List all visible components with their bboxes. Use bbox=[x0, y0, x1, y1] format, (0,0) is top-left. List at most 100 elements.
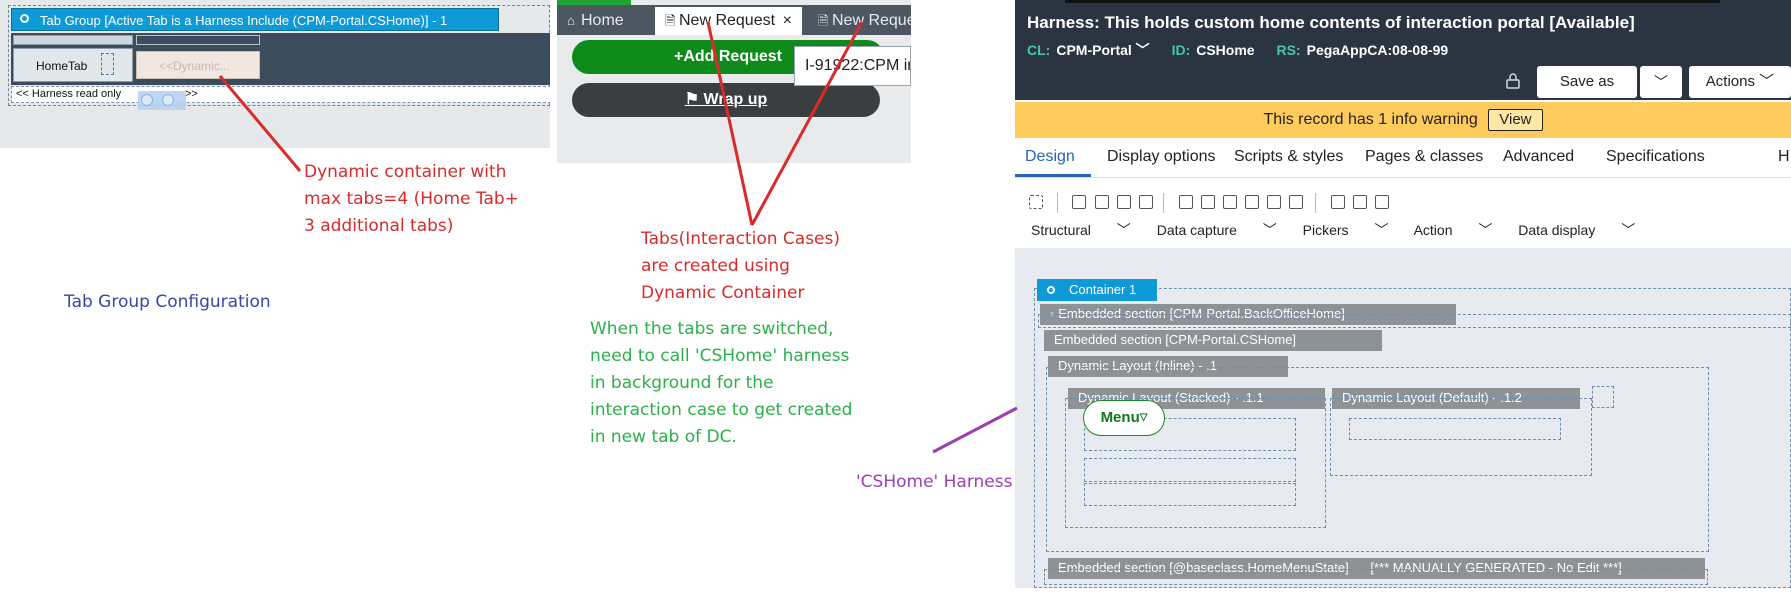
menu-structural[interactable]: Structural ﹀ bbox=[1031, 222, 1131, 238]
meta-id-value: CSHome bbox=[1196, 42, 1255, 58]
embedded-homemenustate-outline bbox=[1044, 569, 1708, 585]
home-tab-inner-cell bbox=[101, 53, 114, 75]
indent-icon[interactable] bbox=[1331, 195, 1345, 209]
meta-cl-value[interactable]: CPM-Portal ﹀ bbox=[1056, 42, 1149, 58]
harness-title: Harness: This holds custom home contents… bbox=[1027, 13, 1635, 33]
embedded-section-cshome[interactable]: Embedded section [CPM-Portal.CSHome] bbox=[1044, 330, 1382, 351]
stacked-cell-3 bbox=[1084, 483, 1296, 506]
menu-button[interactable]: Menu▽ bbox=[1083, 400, 1165, 436]
annotation-cshome-harness: 'CSHome' Harness bbox=[856, 472, 1013, 492]
toolbar-divider bbox=[1057, 193, 1058, 213]
split-icon[interactable] bbox=[1223, 195, 1237, 209]
home-tab-strip bbox=[13, 35, 133, 45]
harness-meta: CL: CPM-Portal ﹀ ID: CSHome RS: PegaAppCA:0… bbox=[1027, 40, 1466, 60]
layout-placeholder[interactable] bbox=[1592, 386, 1614, 408]
merge-icon[interactable] bbox=[1289, 195, 1303, 209]
tab-group-header[interactable]: Tab Group [Active Tab is a Harness Inclu… bbox=[11, 8, 499, 31]
tab-design[interactable]: Design bbox=[1025, 148, 1075, 166]
tab-specifications[interactable]: Specifications bbox=[1606, 148, 1705, 166]
tab-advanced[interactable]: Advanced bbox=[1503, 148, 1574, 166]
paste-icon[interactable] bbox=[1117, 195, 1131, 209]
tab-group-panel: Tab Group [Active Tab is a Harness Inclu… bbox=[0, 0, 550, 148]
triangle-down-icon: ▽ bbox=[1139, 412, 1148, 423]
close-icon[interactable]: × bbox=[783, 7, 792, 35]
select-icon[interactable] bbox=[1029, 195, 1043, 209]
harness-status: [Available] bbox=[1549, 13, 1635, 32]
columns-icon[interactable] bbox=[1375, 195, 1389, 209]
harness-read-only-end: >> bbox=[185, 88, 198, 100]
chevron-down-icon: ﹀ bbox=[1654, 74, 1668, 90]
document-icon: 🗎 bbox=[818, 13, 829, 28]
meta-cl-key: CL: bbox=[1027, 42, 1051, 58]
actions-label: Actions bbox=[1705, 73, 1755, 90]
annotation-tabs-created: Tabs(Interaction Cases) are created usin… bbox=[641, 229, 840, 303]
wrap-up-label: Wrap up bbox=[703, 91, 768, 108]
insert-row-icon[interactable] bbox=[1179, 195, 1193, 209]
plus-icon: + bbox=[673, 48, 684, 65]
tab-display-options[interactable]: Display options bbox=[1107, 148, 1216, 166]
menu-data-capture[interactable]: Data capture ﹀ bbox=[1157, 222, 1277, 238]
tab-home-label: Home bbox=[581, 12, 624, 29]
add-request-label: Add Request bbox=[683, 48, 782, 65]
arrow-cshome-harness bbox=[932, 406, 1018, 454]
meta-rs-key: RS: bbox=[1276, 42, 1301, 58]
gear-icon[interactable] bbox=[141, 94, 153, 106]
warning-text: This record has 1 info warning bbox=[1263, 111, 1478, 128]
home-icon: ⌂ bbox=[567, 13, 575, 28]
tab-new-request-1-label: New Request bbox=[679, 12, 776, 29]
annotation-tab-group-config: Tab Group Configuration bbox=[64, 292, 271, 312]
stacked-cell-2 bbox=[1084, 458, 1296, 482]
insert-column-icon[interactable] bbox=[1201, 195, 1215, 209]
chevron-down-icon: ﹀ bbox=[1135, 42, 1150, 58]
interaction-tooltip: I-91922:CPM interaction bbox=[794, 46, 911, 86]
view-warning-button[interactable]: View bbox=[1488, 109, 1543, 131]
cut-icon[interactable] bbox=[1072, 195, 1086, 209]
meta-id-key: ID: bbox=[1171, 42, 1191, 58]
flag-icon: ⚑ bbox=[684, 91, 704, 108]
toolbar-divider bbox=[1163, 193, 1164, 213]
tab-pages-classes[interactable]: Pages & classes bbox=[1365, 148, 1483, 166]
move-right-icon[interactable] bbox=[1267, 195, 1281, 209]
menu-action[interactable]: Action ﹀ bbox=[1414, 222, 1493, 238]
chevron-down-icon: ﹀ bbox=[1759, 73, 1775, 90]
embedded-outline bbox=[1038, 314, 1791, 328]
browser-tabs-panel: ⌂ Home 🗎 New Request × 🗎 New Request × +… bbox=[557, 0, 911, 163]
actions-button[interactable]: Actions ﹀ bbox=[1689, 66, 1791, 98]
dynamic-tab-strip bbox=[136, 35, 260, 45]
warning-banner: This record has 1 info warning View bbox=[1015, 102, 1791, 138]
tab-group-dot-icon bbox=[20, 14, 29, 23]
tab-home[interactable]: ⌂ Home bbox=[557, 7, 647, 35]
wrap-up-button[interactable]: ⚑ Wrap up bbox=[572, 83, 880, 117]
annotation-tabs-switched: When the tabs are switched, need to call… bbox=[590, 319, 853, 447]
add-icon[interactable] bbox=[1095, 195, 1109, 209]
menu-pickers[interactable]: Pickers ﹀ bbox=[1303, 222, 1389, 238]
control-menus: Structural ﹀ Data capture ﹀ Pickers ﹀ Ac… bbox=[1031, 220, 1657, 240]
save-options-button[interactable]: ﹀ bbox=[1640, 66, 1682, 98]
annotation-dynamic-container: Dynamic container with max tabs=4 (Home … bbox=[304, 162, 519, 236]
active-tab-underline bbox=[1015, 174, 1091, 177]
container-header[interactable]: Container 1 bbox=[1037, 279, 1157, 301]
lock-icon[interactable] bbox=[1506, 73, 1520, 89]
meta-rs-value[interactable]: PegaAppCA:08-08-99 bbox=[1307, 42, 1449, 58]
tab-new-request-2-label: New Request bbox=[832, 12, 911, 29]
outdent-icon[interactable] bbox=[1353, 195, 1367, 209]
tab-scripts-styles[interactable]: Scripts & styles bbox=[1234, 148, 1343, 166]
dynamic-tab[interactable]: <<Dynamic... bbox=[136, 51, 260, 79]
tab-more[interactable]: H bbox=[1778, 148, 1790, 166]
save-as-button[interactable]: Save as bbox=[1537, 66, 1637, 98]
tab-new-request-1[interactable]: 🗎 New Request × bbox=[655, 7, 802, 35]
default-cell bbox=[1349, 418, 1561, 440]
container-dot-icon bbox=[1047, 286, 1055, 294]
tab-new-request-2[interactable]: 🗎 New Request × bbox=[808, 7, 911, 35]
delete-icon[interactable] bbox=[1139, 195, 1153, 209]
harness-read-only-label: << Harness read only bbox=[11, 86, 550, 103]
harness-editor-panel: Harness: This holds custom home contents… bbox=[1015, 0, 1791, 588]
search-icon[interactable] bbox=[162, 94, 174, 106]
menu-button-label: Menu bbox=[1100, 409, 1140, 426]
header-top-line bbox=[1065, 0, 1720, 3]
harness-title-text: Harness: This holds custom home contents… bbox=[1027, 13, 1545, 32]
home-tab[interactable]: HomeTab bbox=[13, 48, 133, 82]
toolbar-divider bbox=[1315, 193, 1316, 213]
menu-data-display[interactable]: Data display ﹀ bbox=[1518, 222, 1635, 238]
move-left-icon[interactable] bbox=[1245, 195, 1259, 209]
